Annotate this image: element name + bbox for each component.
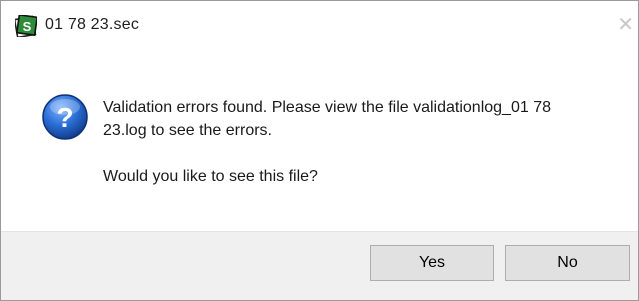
message-line-2: 23.log to see the errors. xyxy=(103,122,272,139)
no-button[interactable]: No xyxy=(505,245,630,281)
app-logo-icon: S xyxy=(13,13,39,39)
message-line-1: Validation errors found. Please view the… xyxy=(103,99,551,116)
svg-text:S: S xyxy=(23,19,32,34)
yes-button[interactable]: Yes xyxy=(370,245,494,281)
message-dialog: S 01 78 23.sec ✕ ? Validation errors fou… xyxy=(0,0,639,301)
button-bar: Yes No xyxy=(1,231,638,300)
message-question: Would you like to see this file? xyxy=(103,168,318,185)
window-title: 01 78 23.sec xyxy=(45,16,140,33)
dialog-message: Validation errors found. Please view the… xyxy=(103,96,623,188)
svg-text:?: ? xyxy=(56,102,73,133)
question-icon: ? xyxy=(41,93,89,141)
dialog-content: ? Validation errors found. Please view t… xyxy=(1,49,638,231)
title-bar: S 01 78 23.sec ✕ xyxy=(1,1,638,49)
close-button[interactable]: ✕ xyxy=(592,1,638,47)
